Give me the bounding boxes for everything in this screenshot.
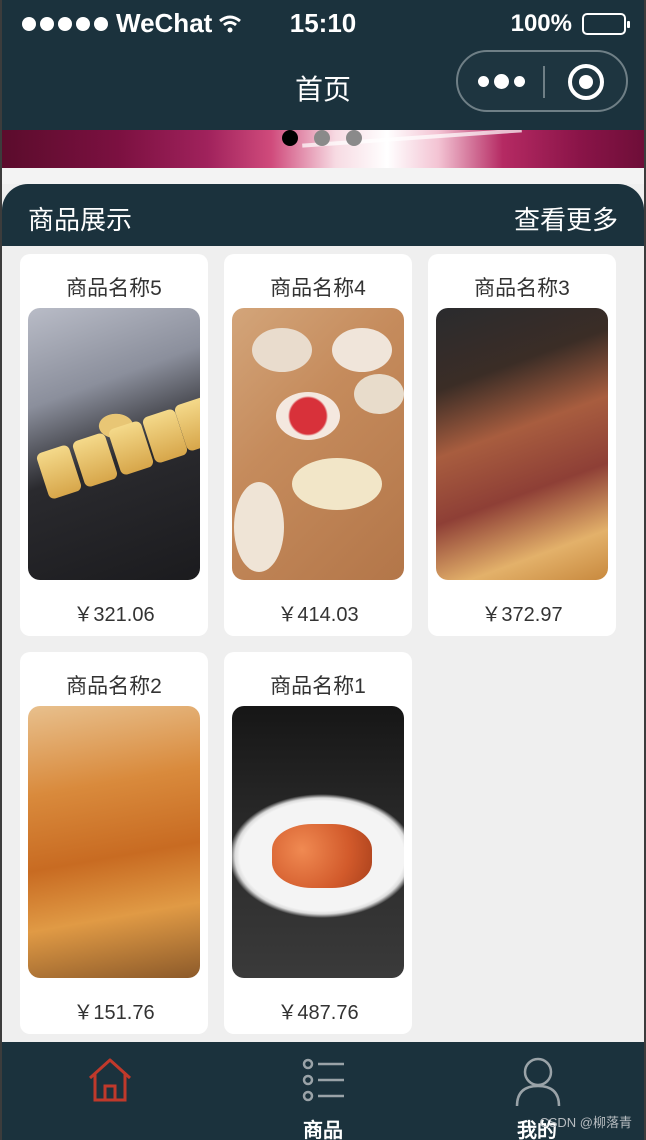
product-image [436,308,608,580]
product-card[interactable]: 商品名称3 ￥372.97 [428,254,616,636]
navigation-bar: 首页 [2,48,644,130]
product-name: 商品名称3 [474,277,570,300]
product-name: 商品名称5 [66,277,162,300]
section-title: 商品展示 [28,205,133,235]
product-name: 商品名称2 [66,675,162,698]
list-icon [302,1058,344,1102]
more-options-icon[interactable] [478,74,525,89]
capsule-divider [543,66,545,98]
indicator-dot[interactable] [346,130,362,146]
tab-products[interactable]: 商品 [216,1042,430,1140]
product-image [28,706,200,978]
product-card[interactable]: 商品名称5 ￥321.06 [20,254,208,636]
spacer [2,168,644,184]
product-card[interactable]: 商品名称1 ￥487.76 [224,652,412,1034]
product-image [232,308,404,580]
product-price: ￥151.76 [73,1002,155,1024]
status-bar: WeChat 15:10 100% [2,0,644,48]
product-image [28,308,200,580]
battery-icon [582,13,630,35]
product-price: ￥414.03 [277,604,359,626]
product-price: ￥487.76 [277,1002,359,1024]
section-header: 商品展示 查看更多 [2,184,644,246]
phone-screen: WeChat 15:10 100% 首页 商品展示 查看更多 商品名称5 ￥32… [2,0,644,1140]
tab-home[interactable] [2,1042,216,1140]
product-image [232,706,404,978]
watermark: CSDN @柳落青 [539,1115,632,1130]
battery-area: 100% [510,10,630,38]
battery-percent: 100% [510,10,572,37]
swiper-indicator [282,130,362,146]
product-price: ￥321.06 [73,604,155,626]
product-card[interactable]: 商品名称4 ￥414.03 [224,254,412,636]
close-miniprogram-icon[interactable] [568,64,604,100]
product-card[interactable]: 商品名称2 ￥151.76 [20,652,208,1034]
home-icon [88,1058,132,1102]
product-name: 商品名称4 [270,277,366,300]
indicator-dot[interactable] [314,130,330,146]
indicator-dot[interactable] [282,130,298,146]
view-more-link[interactable]: 查看更多 [514,200,618,237]
miniprogram-capsule [456,50,628,112]
tab-label: 商品 [303,1120,343,1140]
user-icon [515,1057,561,1107]
product-price: ￥372.97 [481,604,563,626]
product-name: 商品名称1 [270,675,366,698]
